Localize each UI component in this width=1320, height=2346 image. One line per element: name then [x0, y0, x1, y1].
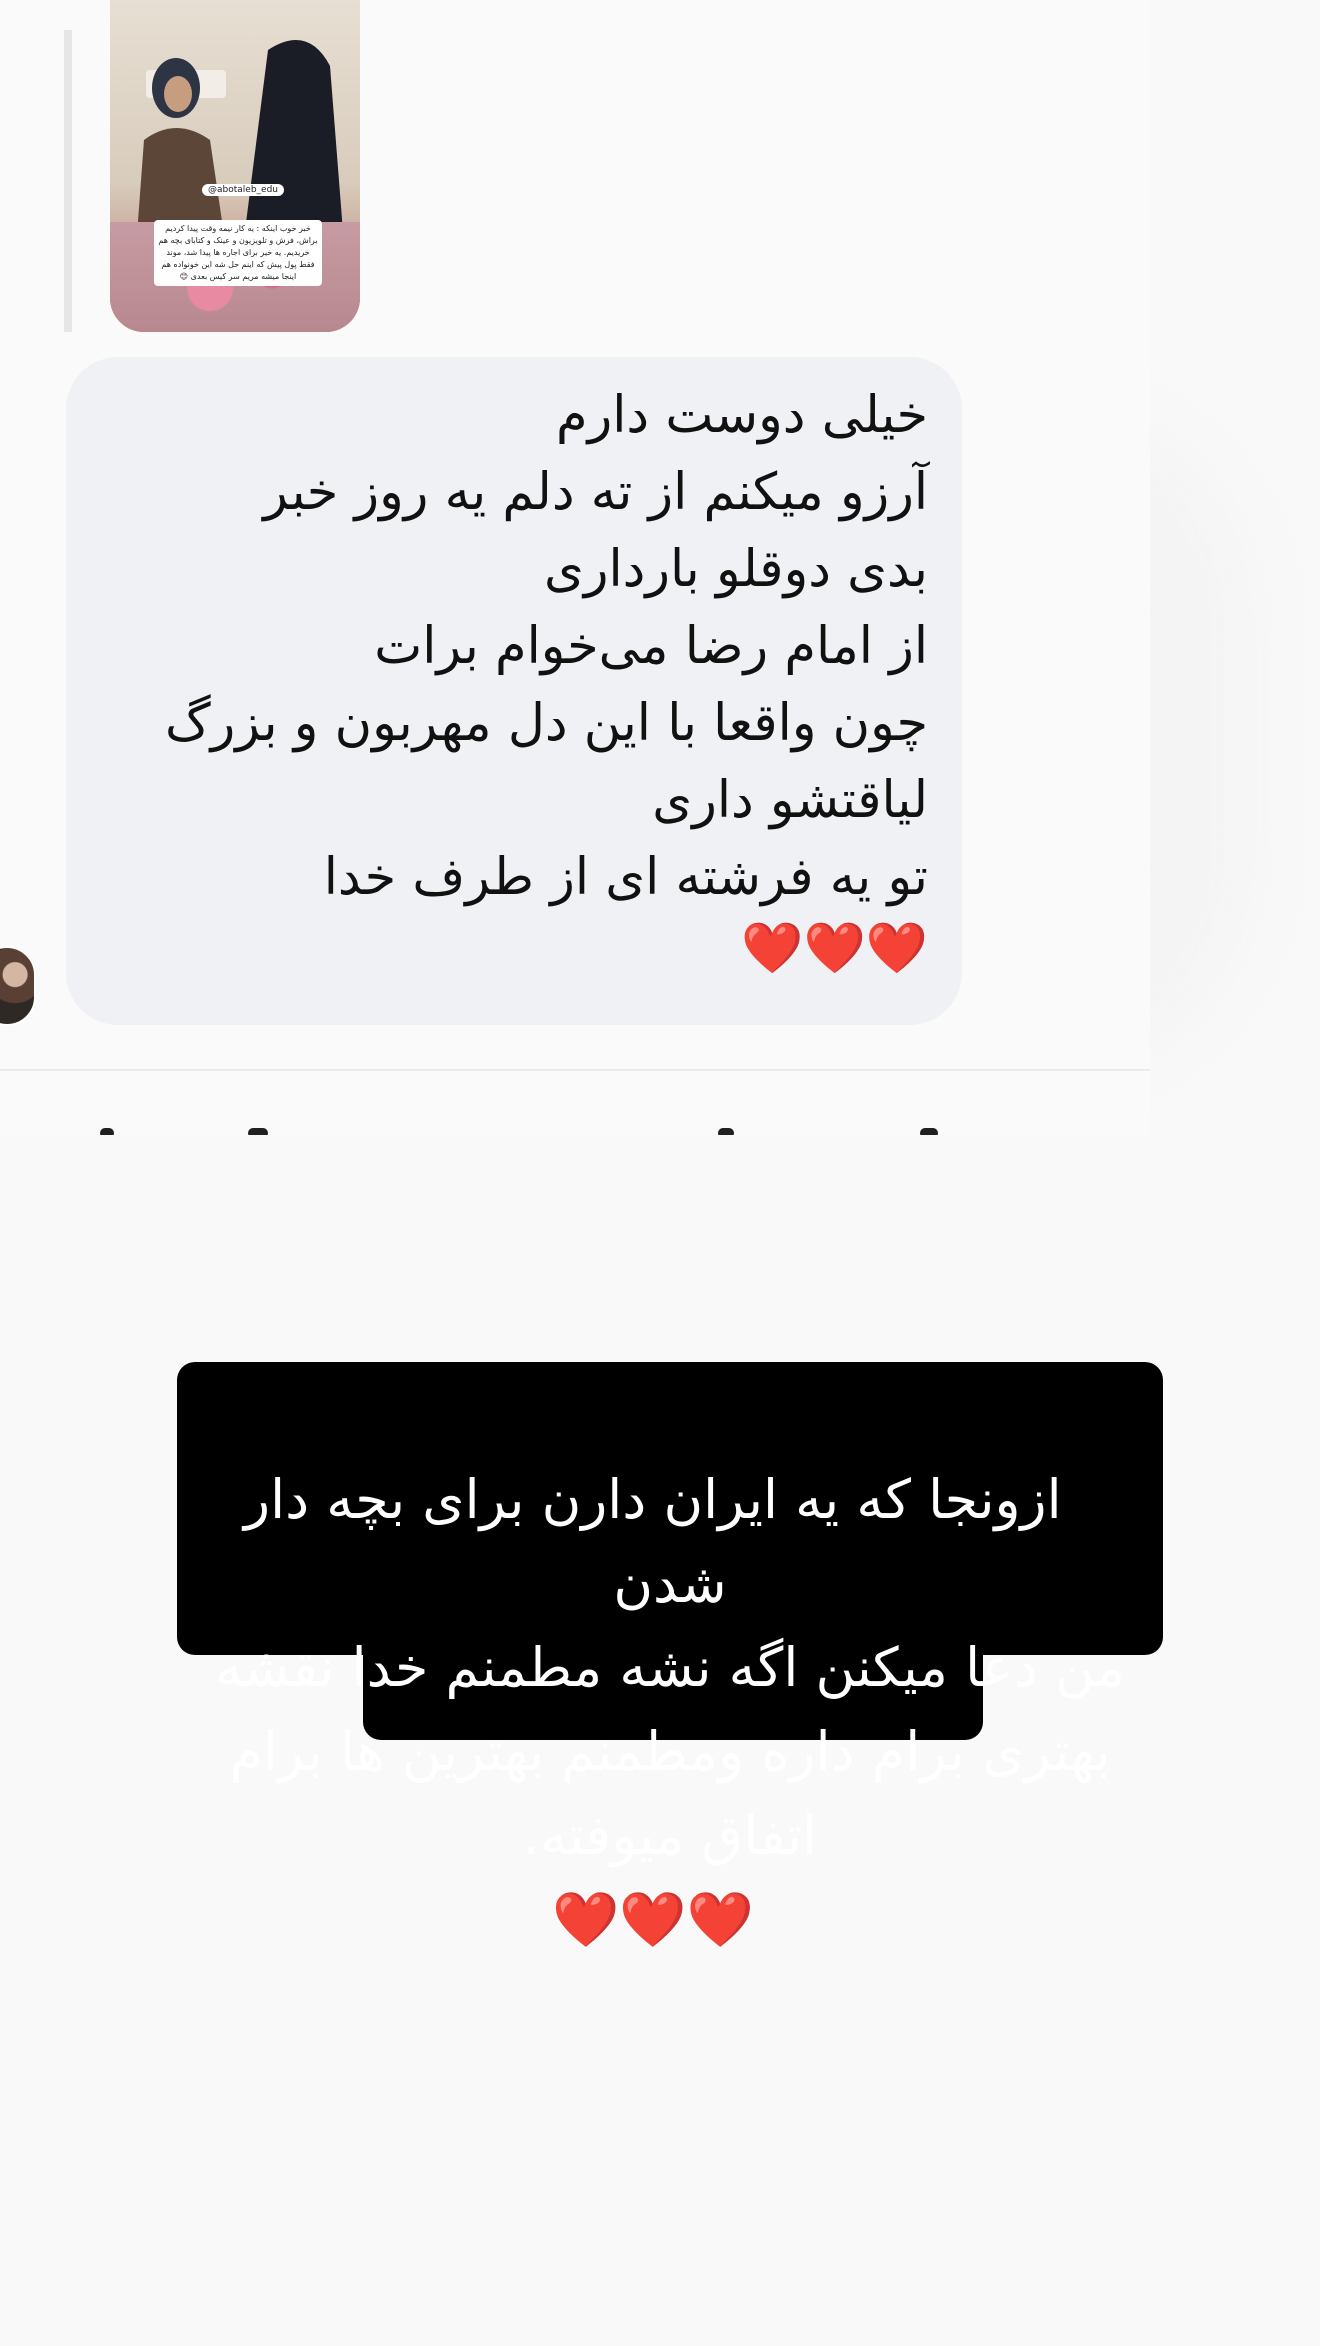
reply-divider	[64, 30, 72, 332]
heart-emoji: ❤️❤️❤️	[741, 919, 928, 977]
shared-story-thumbnail[interactable]: @abotaleb_edu خبر خوب اینکه : یه کار نیم…	[110, 0, 360, 332]
message-text: خیلی دوست دارم آرزو میکنم از ته دلم یه ر…	[164, 386, 928, 907]
overlay-caption: ازونجا که یه ایران دارن برای بچه دار شدن…	[190, 1374, 1150, 1962]
overlay-caption-text: ازونجا که یه ایران دارن برای بچه دار شدن…	[214, 1468, 1126, 1867]
dm-screenshot-panel: @abotaleb_edu خبر خوب اینکه : یه کار نیم…	[0, 0, 1150, 1135]
heart-emoji: ❤️❤️❤️	[551, 1888, 754, 1951]
divider	[0, 1069, 1150, 1071]
story-caption: خبر خوب اینکه : یه کار نیمه وقت پیدا کرد…	[154, 220, 322, 286]
story-person-left-icon	[136, 58, 226, 248]
story-username-tag: @abotaleb_edu	[202, 184, 284, 196]
message-bubble[interactable]: خیلی دوست دارم آرزو میکنم از ته دلم یه ر…	[66, 357, 962, 1025]
clipped-next-message	[0, 1110, 1150, 1135]
avatar[interactable]	[0, 946, 36, 1026]
